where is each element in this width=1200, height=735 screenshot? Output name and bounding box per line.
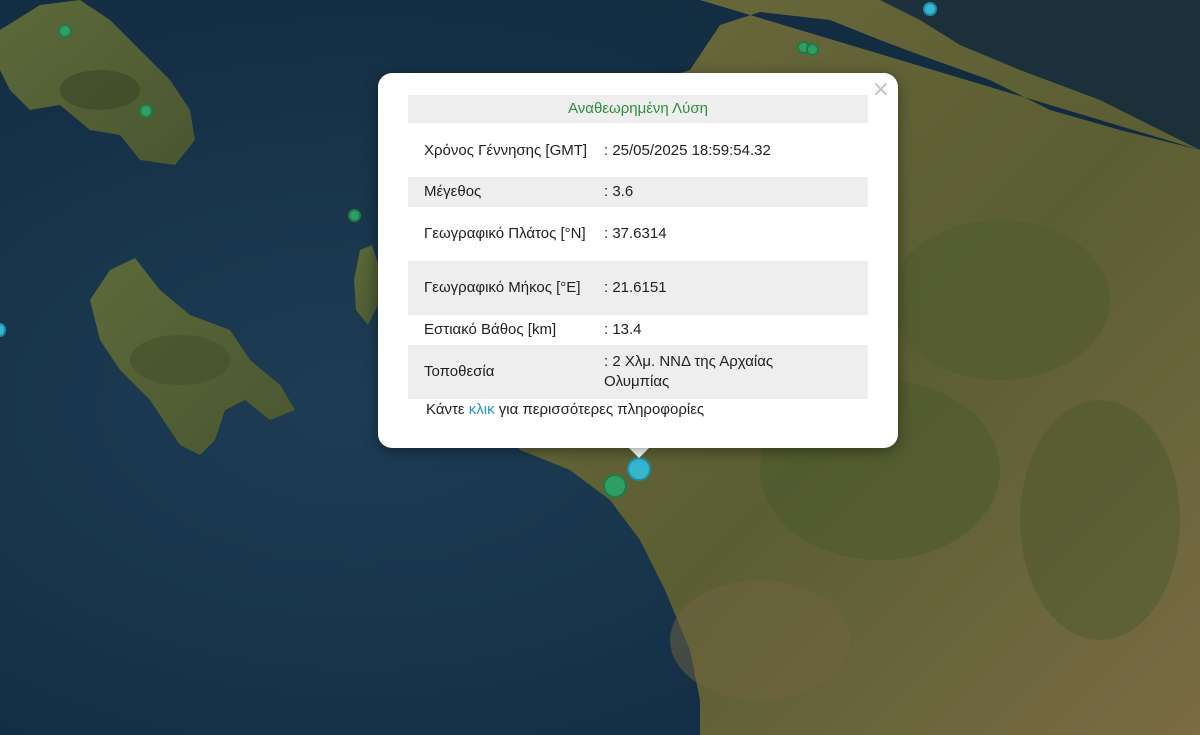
- magnitude-label: Μέγεθος: [408, 177, 600, 207]
- location-value: : 2 Χλμ. ΝΝΔ της Αρχαίας Ολυμπίας: [600, 345, 868, 399]
- location-label: Τοποθεσία: [408, 345, 600, 399]
- latitude-value: : 37.6314: [604, 225, 667, 242]
- popup-header: Αναθεωρημένη Λύση: [408, 95, 868, 123]
- origin-time-label: Χρόνος Γέννησης [GMT]: [424, 142, 588, 159]
- earthquake-marker[interactable]: [806, 43, 819, 56]
- longitude-label: Γεωγραφικό Μήκος [°E]: [408, 261, 600, 315]
- selected-earthquake-marker[interactable]: [627, 457, 651, 481]
- terrain-patch: [890, 220, 1110, 380]
- earthquake-marker[interactable]: [603, 474, 627, 498]
- earthquake-marker[interactable]: [348, 209, 361, 222]
- longitude-value: : 21.6151: [600, 261, 868, 315]
- footer-prefix: Κάντε: [426, 401, 469, 418]
- origin-time-value: : 25/05/2025 18:59:54.32: [604, 142, 771, 159]
- earthquake-info-popup: × Αναθεωρημένη Λύση Χρόνος Γέννησης [GMT…: [378, 73, 898, 448]
- more-info-link[interactable]: κλικ: [469, 401, 495, 418]
- earthquake-marker[interactable]: [58, 24, 72, 38]
- depth-value: : 13.4: [604, 321, 642, 338]
- earthquake-marker[interactable]: [139, 104, 153, 118]
- depth-label: Εστιακό Βάθος [km]: [424, 321, 557, 338]
- close-icon[interactable]: ×: [872, 79, 890, 101]
- footer-suffix: για περισσότερες πληροφορίες: [494, 401, 705, 418]
- terrain-patch: [670, 580, 850, 700]
- terrain-patch: [1020, 400, 1180, 640]
- popup-footer: Κάντε κλικ για περισσότερες πληροφορίες: [426, 401, 704, 418]
- terrain-patch: [130, 335, 230, 385]
- earthquake-info-table: Χρόνος Γέννησης [GMT] : 25/05/2025 18:59…: [408, 125, 868, 399]
- terrain-patch: [60, 70, 140, 110]
- magnitude-value: : 3.6: [600, 177, 868, 207]
- latitude-label: Γεωγραφικό Πλάτος [°N]: [424, 225, 586, 242]
- earthquake-marker[interactable]: [923, 2, 937, 16]
